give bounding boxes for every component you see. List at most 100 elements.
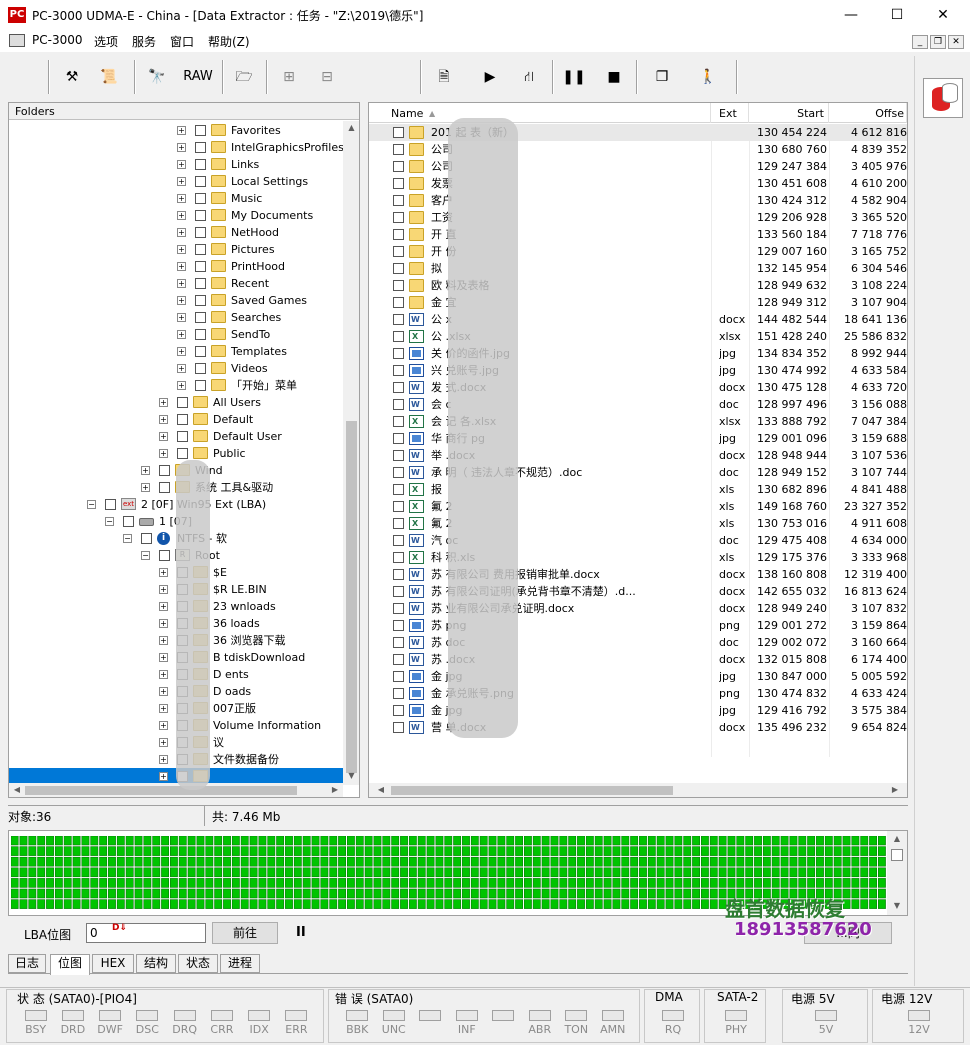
expand-icon[interactable]: +	[177, 211, 186, 220]
goto-button[interactable]: 前往	[212, 922, 278, 944]
tree-checkbox[interactable]	[195, 261, 206, 272]
file-checkbox[interactable]	[393, 348, 404, 359]
expand-icon[interactable]: +	[159, 636, 168, 645]
menu-options[interactable]: 选项	[94, 33, 118, 50]
tree-checkbox[interactable]	[177, 431, 188, 442]
mdi-minimize-button[interactable]: _	[912, 35, 928, 49]
tree-checkbox[interactable]	[159, 465, 170, 476]
map-pause-icon[interactable]: II	[296, 925, 306, 940]
expand-icon[interactable]: +	[159, 721, 168, 730]
tab-structure[interactable]: 结构	[136, 954, 176, 973]
binoculars-icon[interactable]: 🔭	[144, 62, 170, 92]
tree-checkbox[interactable]	[195, 227, 206, 238]
tree-checkbox[interactable]	[177, 414, 188, 425]
menu-service[interactable]: 服务	[132, 33, 156, 50]
expand-icon[interactable]: +	[159, 755, 168, 764]
expand-icon[interactable]: +	[177, 194, 186, 203]
column-ext[interactable]: Ext	[711, 103, 749, 123]
collapse-icon[interactable]: −	[123, 534, 132, 543]
scroll-icon[interactable]: 📜	[96, 62, 122, 92]
tree-row[interactable]: + Templates	[9, 343, 343, 360]
tree-row[interactable]: + IntelGraphicsProfiles	[9, 139, 343, 156]
export-icon[interactable]: 🗎	[430, 62, 458, 92]
expand-icon[interactable]: +	[177, 262, 186, 271]
raw-button[interactable]: RAW	[178, 62, 218, 92]
expand-icon[interactable]: +	[141, 466, 150, 475]
expand-icon[interactable]: +	[159, 670, 168, 679]
file-checkbox[interactable]	[393, 637, 404, 648]
expand-icon[interactable]: +	[177, 347, 186, 356]
tree-row[interactable]: + Pictures	[9, 241, 343, 258]
file-checkbox[interactable]	[393, 178, 404, 189]
file-checkbox[interactable]	[393, 450, 404, 461]
tab-status[interactable]: 状态	[178, 954, 218, 973]
mdi-close-button[interactable]: ✕	[948, 35, 964, 49]
tree-checkbox[interactable]	[159, 482, 170, 493]
tree-row[interactable]: + PrintHood	[9, 258, 343, 275]
tree-checkbox[interactable]	[195, 329, 206, 340]
expand-icon[interactable]: +	[177, 228, 186, 237]
tree-link-icon[interactable]: ⊟	[310, 62, 344, 92]
tree-checkbox[interactable]	[195, 363, 206, 374]
tree-checkbox[interactable]	[195, 142, 206, 153]
tree-row[interactable]: + My Documents	[9, 207, 343, 224]
file-checkbox[interactable]	[393, 433, 404, 444]
tree-checkbox[interactable]	[195, 346, 206, 357]
file-checkbox[interactable]	[393, 229, 404, 240]
column-start[interactable]: Start	[749, 103, 829, 123]
tree-row[interactable]: + Recent	[9, 275, 343, 292]
tree-row[interactable]: + Searches	[9, 309, 343, 326]
collapse-icon[interactable]: −	[105, 517, 114, 526]
expand-icon[interactable]: +	[141, 483, 150, 492]
file-checkbox[interactable]	[393, 671, 404, 682]
expand-icon[interactable]: +	[177, 364, 186, 373]
file-checkbox[interactable]	[393, 382, 404, 393]
expand-icon[interactable]: +	[159, 704, 168, 713]
column-name[interactable]: Name ▲	[389, 103, 711, 123]
file-checkbox[interactable]	[393, 705, 404, 716]
expand-icon[interactable]: +	[177, 177, 186, 186]
tab-bitmap[interactable]: 位图	[50, 954, 90, 975]
file-checkbox[interactable]	[393, 331, 404, 342]
tree-checkbox[interactable]	[123, 516, 134, 527]
tree-row[interactable]: + Music	[9, 190, 343, 207]
file-checkbox[interactable]	[393, 365, 404, 376]
tree-checkbox[interactable]	[195, 278, 206, 289]
file-checkbox[interactable]	[393, 484, 404, 495]
map-vscroll-thumb[interactable]	[891, 849, 903, 861]
tree-checkbox[interactable]	[195, 193, 206, 204]
folders-hscrollbar[interactable]: ◀ ▶	[9, 783, 343, 797]
expand-icon[interactable]: +	[159, 738, 168, 747]
tree-row[interactable]: + Default	[9, 411, 343, 428]
file-checkbox[interactable]	[393, 654, 404, 665]
tree-row[interactable]: + Saved Games	[9, 292, 343, 309]
lba-down-icon[interactable]: D⇓	[112, 923, 127, 933]
tree-row[interactable]: + Local Settings	[9, 173, 343, 190]
file-checkbox[interactable]	[393, 535, 404, 546]
tab-process[interactable]: 进程	[220, 954, 260, 973]
tree-row[interactable]: + Videos	[9, 360, 343, 377]
expand-icon[interactable]: +	[177, 296, 186, 305]
collapse-icon[interactable]: −	[141, 551, 150, 560]
file-checkbox[interactable]	[393, 161, 404, 172]
expand-icon[interactable]: +	[159, 772, 168, 781]
database-icon[interactable]	[923, 78, 963, 118]
file-checkbox[interactable]	[393, 586, 404, 597]
expand-icon[interactable]: +	[159, 602, 168, 611]
folders-vscroll-thumb[interactable]	[346, 421, 357, 773]
tab-log[interactable]: 日志	[8, 954, 46, 973]
file-checkbox[interactable]	[393, 569, 404, 580]
tree-icon[interactable]: ⊞	[274, 62, 304, 92]
tree-checkbox[interactable]	[195, 380, 206, 391]
tree-row[interactable]: + 「开始」菜单	[9, 377, 343, 394]
folder-export-icon[interactable]: 🗁	[230, 62, 258, 92]
file-checkbox[interactable]	[393, 620, 404, 631]
file-checkbox[interactable]	[393, 399, 404, 410]
tree-checkbox[interactable]	[195, 210, 206, 221]
expand-icon[interactable]: +	[159, 585, 168, 594]
files-hscroll-thumb[interactable]	[391, 786, 673, 795]
tree-row[interactable]: + SendTo	[9, 326, 343, 343]
menu-window[interactable]: 窗口	[170, 33, 194, 50]
windows-icon[interactable]: ❐	[648, 62, 676, 92]
tree-checkbox[interactable]	[195, 176, 206, 187]
